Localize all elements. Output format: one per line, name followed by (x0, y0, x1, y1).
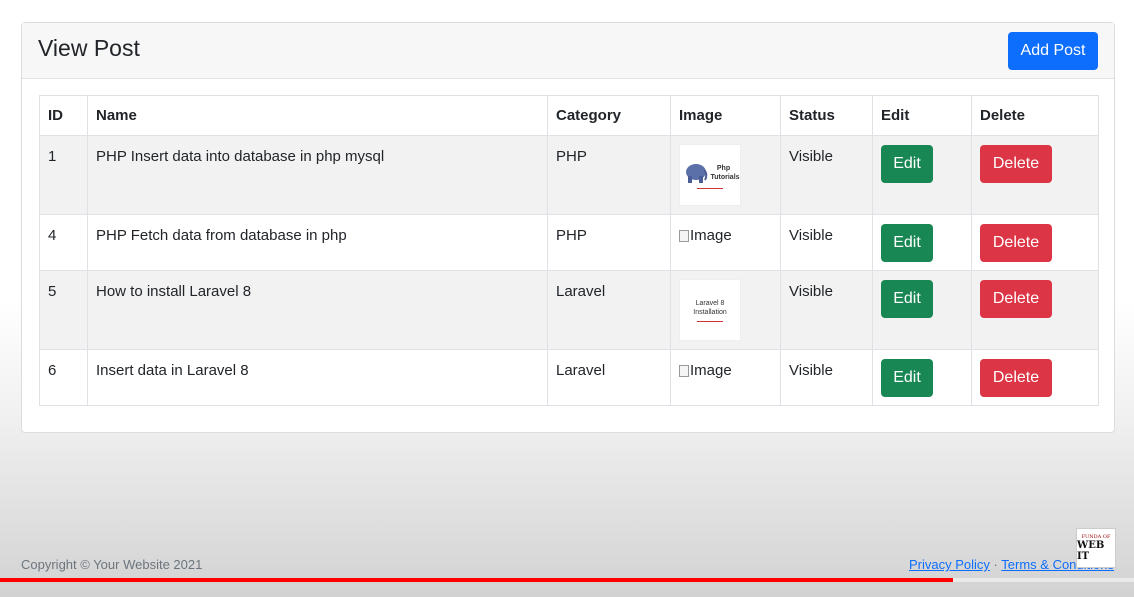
table-header-row: ID Name Category Image Status Edit Delet… (39, 95, 1099, 136)
page-footer: Copyright © Your Website 2021 Privacy Po… (0, 548, 1134, 578)
video-progress-bar[interactable] (0, 578, 1134, 582)
page-title: View Post (38, 35, 140, 61)
delete-button[interactable]: Delete (980, 359, 1052, 397)
cell-delete: Delete (971, 214, 1099, 271)
cell-status: Visible (780, 214, 873, 271)
image-alt-text: Image (690, 227, 732, 244)
column-header-image: Image (670, 95, 781, 136)
broken-image-icon (679, 364, 689, 377)
cell-category: PHP (547, 214, 671, 271)
edit-button[interactable]: Edit (881, 280, 933, 318)
image-alt-text: Image (690, 362, 732, 379)
delete-button[interactable]: Delete (980, 224, 1052, 262)
edit-button[interactable]: Edit (881, 224, 933, 262)
cell-image: Php Tutorials (670, 135, 781, 215)
cell-delete: Delete (971, 135, 1099, 215)
cell-name: PHP Insert data into database in php mys… (87, 135, 548, 215)
logo-big-text: WEB IT (1077, 540, 1105, 562)
column-header-status: Status (780, 95, 873, 136)
thumbnail-caption: Php Tutorials (710, 164, 740, 181)
privacy-policy-link[interactable]: Privacy Policy (909, 557, 990, 572)
cell-name: How to install Laravel 8 (87, 270, 548, 350)
footer-separator: · (993, 557, 998, 572)
cell-delete: Delete (971, 349, 1099, 406)
card-header: View Post Add Post (22, 23, 1114, 79)
post-thumbnail: Php Tutorials (679, 144, 741, 206)
cell-name: PHP Fetch data from database in php (87, 214, 548, 271)
column-header-category: Category (547, 95, 671, 136)
cell-edit: Edit (872, 270, 972, 350)
cell-category: Laravel (547, 349, 671, 406)
posts-card: View Post Add Post ID Name Category Imag… (21, 22, 1115, 433)
broken-image: Image (679, 362, 732, 379)
video-progress-fill (0, 578, 953, 582)
cell-delete: Delete (971, 270, 1099, 350)
cell-image: Laravel 8 Installation (670, 270, 781, 350)
thumbnail-caption: Laravel 8 Installation (693, 299, 727, 316)
broken-image-icon (679, 229, 689, 242)
cell-id: 6 (39, 349, 88, 406)
column-header-edit: Edit (872, 95, 972, 136)
table-row: 6 Insert data in Laravel 8 Laravel Image… (39, 349, 1099, 406)
broken-image: Image (679, 227, 732, 244)
cell-edit: Edit (872, 349, 972, 406)
cell-id: 1 (39, 135, 88, 215)
copyright-text: Copyright © Your Website 2021 (21, 557, 203, 572)
column-header-id: ID (39, 95, 88, 136)
cell-image: Image (670, 349, 781, 406)
edit-button[interactable]: Edit (881, 359, 933, 397)
posts-table-wrapper: ID Name Category Image Status Edit Delet… (39, 95, 1099, 406)
delete-button[interactable]: Delete (980, 145, 1052, 183)
cell-category: PHP (547, 135, 671, 215)
column-header-name: Name (87, 95, 548, 136)
posts-table: ID Name Category Image Status Edit Delet… (39, 95, 1099, 406)
delete-button[interactable]: Delete (980, 280, 1052, 318)
cell-id: 5 (39, 270, 88, 350)
cell-status: Visible (780, 349, 873, 406)
cell-id: 4 (39, 214, 88, 271)
elephant-icon (685, 163, 707, 183)
edit-button[interactable]: Edit (881, 145, 933, 183)
cell-category: Laravel (547, 270, 671, 350)
channel-logo: FUNDA OF WEB IT (1076, 528, 1116, 568)
table-row: 1 PHP Insert data into database in php m… (39, 135, 1099, 215)
table-row: 5 How to install Laravel 8 Laravel Larav… (39, 270, 1099, 350)
cell-image: Image (670, 214, 781, 271)
cell-status: Visible (780, 135, 873, 215)
add-post-button[interactable]: Add Post (1008, 32, 1098, 70)
cell-edit: Edit (872, 135, 972, 215)
cell-edit: Edit (872, 214, 972, 271)
cell-status: Visible (780, 270, 873, 350)
column-header-delete: Delete (971, 95, 1099, 136)
cell-name: Insert data in Laravel 8 (87, 349, 548, 406)
post-thumbnail: Laravel 8 Installation (679, 279, 741, 341)
table-row: 4 PHP Fetch data from database in php PH… (39, 214, 1099, 271)
